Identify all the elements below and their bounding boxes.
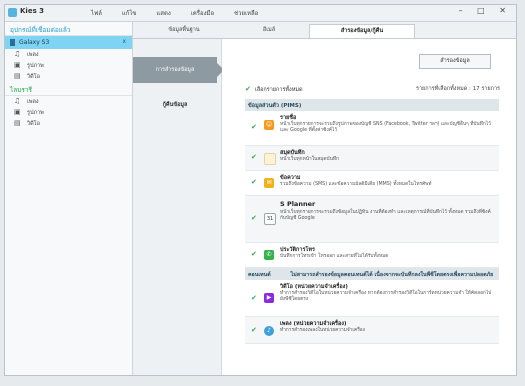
backup-nav: การสำรองข้อมูล กู้คืนข้อมูล	[133, 39, 224, 375]
library-item-videos[interactable]: ▤ วิดีโอ	[5, 118, 132, 129]
backup-item-call-log[interactable]: ✔ ✆ ประวัติการโทร บันทึกการโทรเข้า โทรออ…	[245, 243, 499, 268]
title-bar: Kies 3 ไฟล์ แก้ไข แสดง เครื่องมือ ช่วยเห…	[5, 5, 516, 22]
nav-backup[interactable]: การสำรองข้อมูล	[133, 57, 224, 83]
menu-tools[interactable]: เครื่องมือ	[191, 10, 214, 17]
window-controls[interactable]: – □ ✕	[459, 6, 512, 15]
backup-button[interactable]: สำรองข้อมูล	[419, 54, 491, 69]
backup-item-splanner[interactable]: ✔ 31 S Planner หน้าเว็บทุกรายการจะรวมถึง…	[245, 196, 499, 243]
video-icon: ▤	[14, 119, 21, 127]
checkbox-checked-icon[interactable]: ✔	[251, 214, 257, 222]
device-item-label: รูปภาพ	[27, 63, 44, 69]
checkbox-checked-icon[interactable]: ✔	[245, 85, 251, 93]
disconnect-icon[interactable]: x	[122, 38, 126, 45]
backup-list: ข้อมูลส่วนตัว (PIMS) ✔ ☺ รายชื่อ หน้าเว็…	[245, 99, 499, 344]
library-title: ไลบรารี	[5, 82, 132, 96]
device-galaxy-s3[interactable]: Galaxy S3 x	[5, 36, 132, 49]
backup-item-memo[interactable]: ✔ สมุดบันทึก หน้าเว็บทุกหน้าในสมุดบันทึก	[245, 146, 499, 171]
phone-icon	[10, 39, 15, 46]
item-description: หน้าเว็บทุกหน้าในสมุดบันทึก	[280, 157, 339, 162]
library-item-label: วิดีโอ	[27, 121, 40, 127]
item-description: รวมถึงข้อความ (SMS) และข้อความมัลติมีเดี…	[280, 182, 432, 187]
photo-icon: ▣	[14, 108, 21, 116]
category-pims: ข้อมูลส่วนตัว (PIMS)	[245, 99, 499, 111]
device-item-videos[interactable]: ▤ วิดีโอ	[5, 71, 132, 82]
call-log-icon: ✆	[264, 250, 274, 260]
menu-bar: ไฟล์ แก้ไข แสดง เครื่องมือ ช่วยเหลือ	[91, 8, 276, 18]
category-content: คอนเทนต์ ไม่สามารถสำรองข้อมูลคอนเทนต์ได้…	[245, 268, 499, 280]
device-item-label: เพลง	[27, 52, 39, 58]
checkbox-checked-icon[interactable]: ✔	[251, 178, 257, 186]
select-all-label: เลือกรายการทั้งหมด	[254, 87, 303, 93]
item-description: หน้าเว็บทุกรายการจะรวมถึงข้อมูลในปฏิทิน …	[280, 210, 491, 221]
backup-item-music[interactable]: ✔ ♪ เพลง (หน่วยความจำเครื่อง) ทำการสำรอง…	[245, 317, 499, 344]
music-icon: ♫	[14, 97, 21, 105]
category-content-note: ไม่สามารถสำรองข้อมูลคอนเทนต์ได้ เนื่องจา…	[290, 272, 494, 278]
select-all[interactable]: ✔ เลือกรายการทั้งหมด	[245, 85, 303, 94]
backup-panel: สำรองข้อมูล ✔ เลือกรายการทั้งหมด รายการที…	[222, 39, 516, 375]
item-title: เพลง (หน่วยความจำเครื่อง)	[280, 321, 347, 327]
menu-edit[interactable]: แก้ไข	[122, 10, 137, 17]
splanner-icon: 31	[264, 213, 276, 225]
menu-file[interactable]: ไฟล์	[91, 10, 102, 17]
video-play-icon: ▶	[264, 293, 274, 303]
item-title: สมุดบันทึก	[280, 150, 305, 156]
device-item-label: วิดีโอ	[27, 74, 40, 80]
kies-logo-icon	[8, 8, 17, 17]
backup-item-video[interactable]: ✔ ▶ วิดีโอ (หน่วยความจำเครื่อง) ทำการสำร…	[245, 280, 499, 317]
photo-icon: ▣	[14, 61, 21, 69]
app-window: Kies 3 ไฟล์ แก้ไข แสดง เครื่องมือ ช่วยเห…	[4, 4, 517, 376]
nav-restore[interactable]: กู้คืนข้อมูล	[133, 101, 217, 109]
item-title: ประวัติการโทร	[280, 247, 315, 253]
library-item-label: เพลง	[27, 99, 39, 105]
checkbox-checked-icon[interactable]: ✔	[251, 250, 257, 258]
checkbox-checked-icon[interactable]: ✔	[251, 123, 257, 131]
contacts-icon: ☺	[264, 120, 274, 130]
library-item-photos[interactable]: ▣ รูปภาพ	[5, 107, 132, 118]
item-description: บันทึกการโทรเข้า โทรออก และสายที่ไม่ได้ร…	[280, 254, 389, 259]
checkbox-checked-icon[interactable]: ✔	[251, 153, 257, 161]
item-title: S Planner	[280, 200, 316, 208]
music-note-icon: ♪	[264, 326, 274, 336]
video-icon: ▤	[14, 72, 21, 80]
backup-item-messages[interactable]: ✔ ✉ ข้อความ รวมถึงข้อความ (SMS) และข้อคว…	[245, 171, 499, 196]
item-title: วิดีโอ (หน่วยความจำเครื่อง)	[280, 284, 348, 290]
item-title: รายชื่อ	[280, 115, 297, 121]
footer-strip	[0, 376, 525, 386]
tab-basic-info[interactable]: ข้อมูลพื้นฐาน	[139, 24, 229, 37]
memo-icon	[264, 153, 276, 165]
checkbox-checked-icon[interactable]: ✔	[251, 294, 257, 302]
item-description: ทำการสำรองเพลงในหน่วยความจำเครื่อง	[280, 328, 366, 333]
library-item-label: รูปภาพ	[27, 110, 44, 116]
tab-bar: ข้อมูลพื้นฐาน อีเมล์ สำรองข้อมูล/กู้คืน	[133, 22, 516, 39]
music-icon: ♫	[14, 50, 21, 58]
device-item-music[interactable]: ♫ เพลง	[5, 49, 132, 60]
message-icon: ✉	[264, 178, 274, 188]
device-name: Galaxy S3	[19, 39, 50, 46]
category-content-title: คอนเทนต์	[248, 272, 271, 278]
item-description: หน้าเว็บทุกรายการจะรวมถึงรูปภาพของบัญชี …	[280, 122, 491, 133]
item-title: ข้อความ	[280, 175, 301, 181]
sidebar: อุปกรณ์ที่เชื่อมต่อแล้ว Galaxy S3 x ♫ เพล…	[5, 22, 133, 375]
menu-help[interactable]: ช่วยเหลือ	[234, 10, 258, 17]
checkbox-checked-icon[interactable]: ✔	[251, 326, 257, 334]
tab-email[interactable]: อีเมล์	[233, 24, 305, 37]
library-item-music[interactable]: ♫ เพลง	[5, 96, 132, 107]
tab-backup-restore[interactable]: สำรองข้อมูล/กู้คืน	[309, 24, 415, 38]
device-item-photos[interactable]: ▣ รูปภาพ	[5, 60, 132, 71]
app-title: Kies 3	[20, 7, 45, 15]
menu-view[interactable]: แสดง	[156, 10, 170, 17]
connected-devices-title: อุปกรณ์ที่เชื่อมต่อแล้ว	[5, 22, 132, 36]
selected-total: รายการที่เลือกทั้งหมด : 17 รายการ	[415, 86, 500, 92]
backup-item-contacts[interactable]: ✔ ☺ รายชื่อ หน้าเว็บทุกรายการจะรวมถึงรูป…	[245, 111, 499, 146]
item-description: ทำการสำรองวิดีโอในหน่วยความจำเครื่อง หาก…	[280, 291, 492, 302]
